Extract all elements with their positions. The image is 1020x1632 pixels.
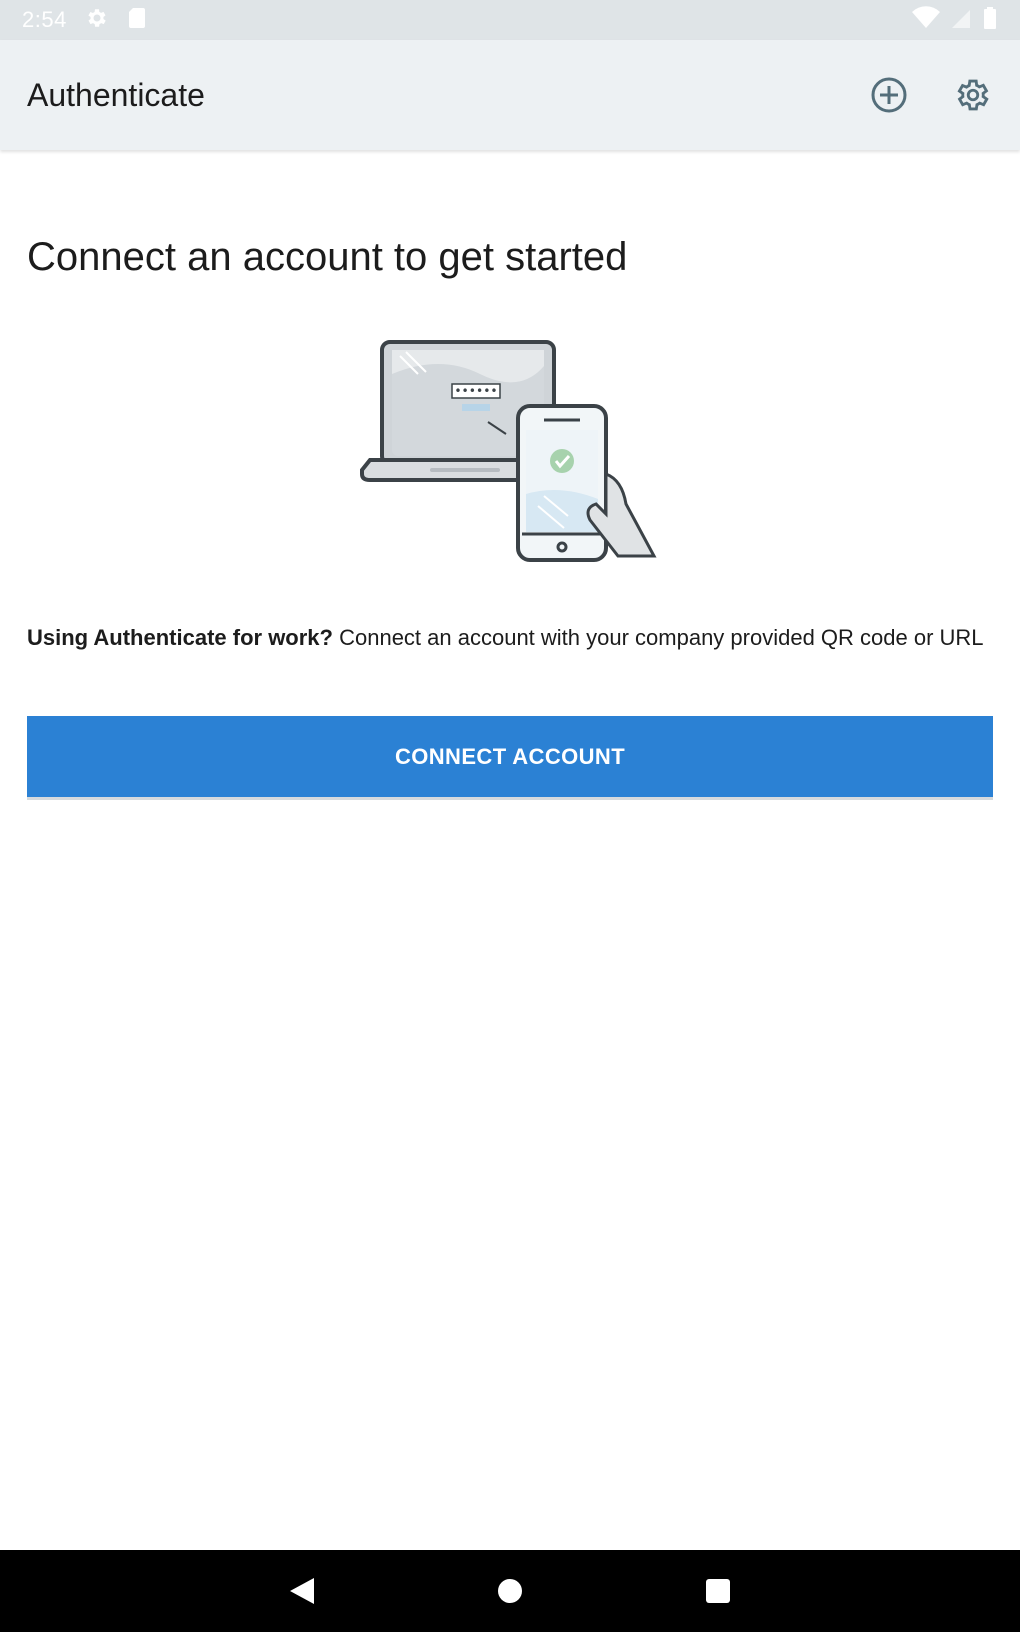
page-heading: Connect an account to get started — [27, 235, 628, 279]
nav-recents-button[interactable] — [698, 1571, 738, 1611]
add-circle-icon — [871, 77, 907, 113]
battery-icon — [982, 6, 998, 35]
work-prompt-bold: Using Authenticate for work? — [27, 625, 333, 650]
work-prompt-text: Connect an account with your company pro… — [332, 625, 984, 650]
back-triangle-icon — [290, 1578, 314, 1604]
add-account-button[interactable] — [869, 75, 909, 115]
app-title: Authenticate — [27, 76, 205, 113]
laptop-phone-illustration: •••••• — [360, 340, 657, 562]
settings-button[interactable] — [953, 75, 993, 115]
wifi-icon — [912, 5, 940, 35]
recents-square-icon — [706, 1579, 730, 1603]
sd-card-icon — [127, 6, 147, 35]
status-time: 2:54 — [22, 7, 67, 32]
nav-home-button[interactable] — [490, 1571, 530, 1611]
gear-icon — [957, 79, 989, 111]
connect-account-button[interactable]: CONNECT ACCOUNT — [27, 716, 993, 800]
nav-back-button[interactable] — [282, 1571, 322, 1611]
status-bar: 2:54 — [0, 0, 1020, 40]
main-content: Connect an account to get started ••••••… — [27, 150, 993, 800]
app-bar: Authenticate — [0, 40, 1020, 150]
system-nav-bar — [0, 1550, 1020, 1632]
settings-notification-icon — [85, 6, 109, 35]
cell-signal-icon — [950, 6, 972, 35]
svg-text:••••••: •••••• — [454, 384, 497, 398]
home-circle-icon — [498, 1579, 522, 1603]
work-prompt: Using Authenticate for work? Connect an … — [27, 624, 993, 652]
